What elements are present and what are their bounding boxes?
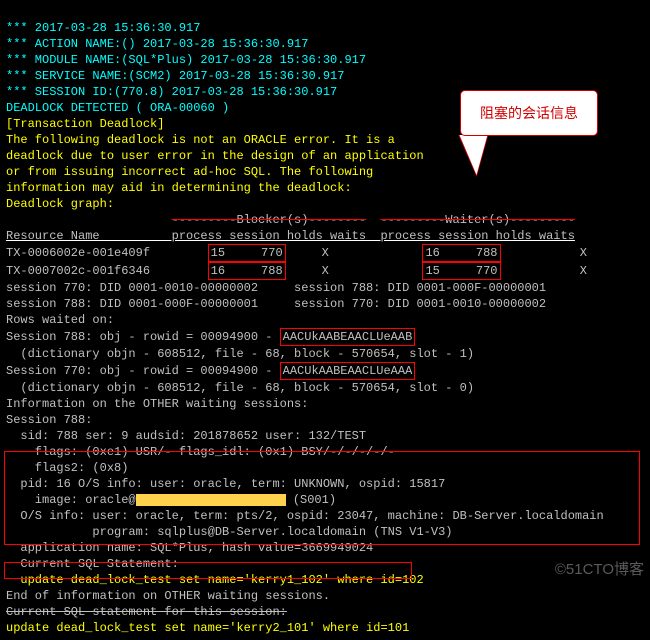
deadlock-detected: DEADLOCK DETECTED ( ORA-00060 ) [6, 101, 229, 115]
sess788-hdr: Session 788: [6, 413, 92, 427]
service-line: *** SERVICE NAME:(SCM2) 2017-03-28 15:36… [6, 69, 344, 83]
tx-row-1: TX-0006002e-001e409f 15 770 X 16 788 X [6, 246, 587, 260]
highlight-box-osinfo [4, 451, 640, 545]
msg1: The following deadlock is not an ORACLE … [6, 133, 395, 147]
did-1: session 770: DID 0001-0010-00000002 sess… [6, 281, 546, 295]
ts-line: *** 2017-03-28 15:36:30.917 [6, 21, 200, 35]
sess770-dict: (dictionary objn - 608512, file - 68, bl… [6, 381, 474, 395]
watermark: ©51CTO博客 [555, 562, 644, 578]
highlight-box-sql2 [4, 562, 412, 579]
callout-bubble: 阻塞的会话信息 [460, 90, 598, 136]
callout-text: 阻塞的会话信息 [480, 105, 578, 121]
module-line: *** MODULE NAME:(SQL*Plus) 2017-03-28 15… [6, 53, 366, 67]
session-id-line: *** SESSION ID:(770.8) 2017-03-28 15:36:… [6, 85, 337, 99]
cur-sql-this: Current SQL statement for this session: [6, 605, 287, 619]
graph-hdr: Deadlock graph: [6, 197, 114, 211]
sess770-row: Session 770: obj - rowid = 00094900 - AA… [6, 364, 415, 378]
msg3: or from issuing incorrect ad-hoc SQL. Th… [6, 165, 373, 179]
did-2: session 788: DID 0001-000F-00000001 sess… [6, 297, 546, 311]
tx-row-2: TX-0007002c-001f6346 16 788 X 15 770 X [6, 264, 587, 278]
action-line: *** ACTION NAME:() 2017-03-28 15:36:30.9… [6, 37, 308, 51]
sess788-row: Session 788: obj - rowid = 00094900 - AA… [6, 330, 415, 344]
sql2: update dead_lock_test set name='kerry2_1… [6, 621, 409, 635]
sess788-dict: (dictionary objn - 608512, file - 68, bl… [6, 347, 474, 361]
sid-line: sid: 788 ser: 9 audsid: 201878652 user: … [6, 429, 366, 443]
info-hdr: Information on the OTHER waiting session… [6, 397, 308, 411]
rows-hdr: Rows waited on: [6, 313, 114, 327]
msg2: deadlock due to user error in the design… [6, 149, 424, 163]
sep-row: ---------Blocker(s)-------- ---------Wai… [6, 213, 575, 227]
end-info: End of information on OTHER waiting sess… [6, 589, 330, 603]
msg4: information may aid in determining the d… [6, 181, 352, 195]
txn-deadlock: [Transaction Deadlock] [6, 117, 164, 131]
col-hdr: Resource Name process session holds wait… [6, 229, 575, 243]
